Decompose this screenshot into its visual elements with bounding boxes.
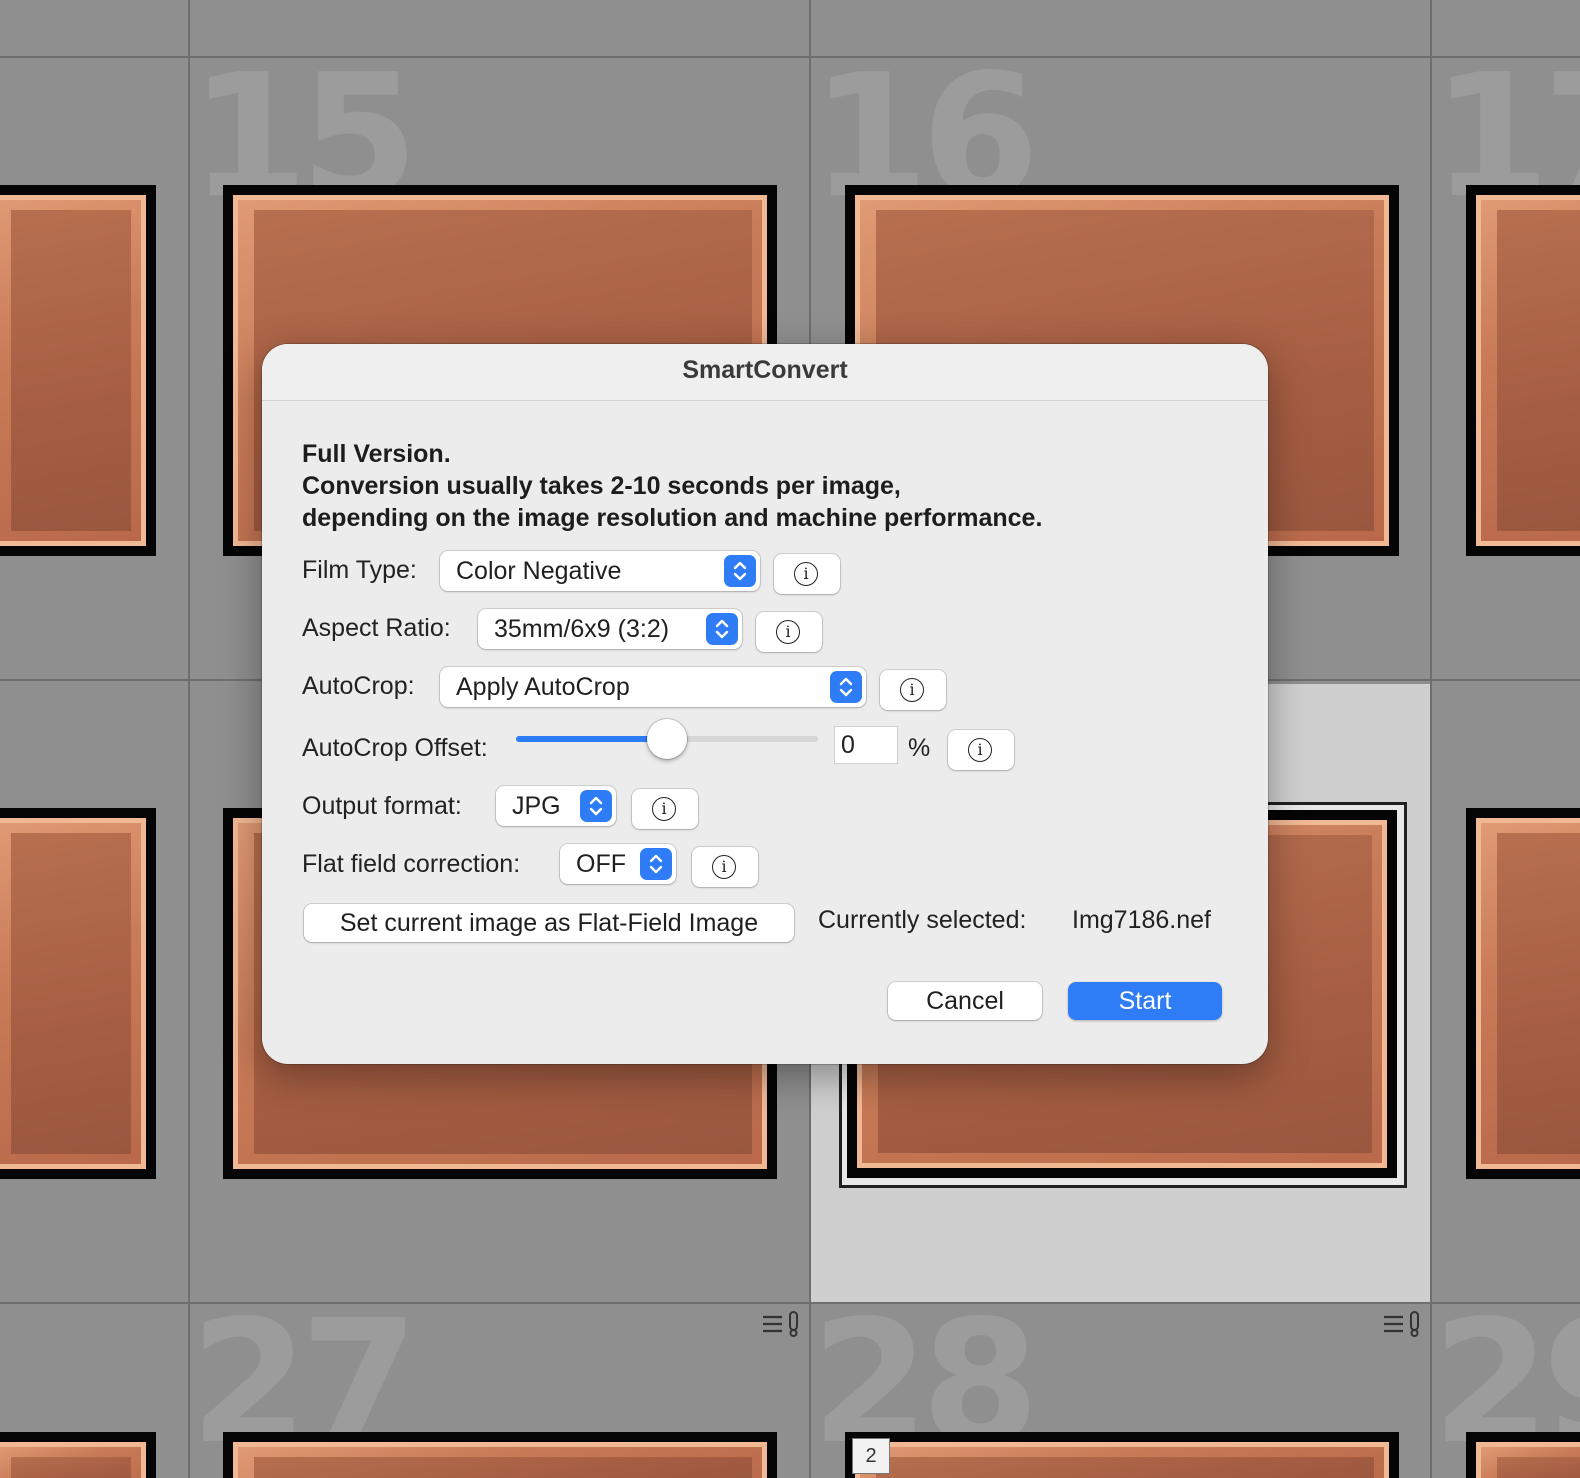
output-format-select[interactable]: JPG [496,786,616,826]
aspect-ratio-select[interactable]: 35mm/6x9 (3:2) [478,609,742,649]
autocrop-offset-info-button[interactable]: i [948,730,1014,770]
film-thumbnail[interactable] [1466,1432,1580,1478]
aspect-ratio-label: Aspect Ratio: [302,614,451,642]
thumbnail-badge: 2 [852,1438,890,1474]
output-format-info-button[interactable]: i [632,789,698,829]
info-line: Conversion usually takes 2-10 seconds pe… [302,472,901,500]
output-format-value: JPG [512,792,561,820]
currently-selected-filename: Img7186.nef [1072,906,1211,934]
info-icon: i [652,797,676,821]
autocrop-offset-input[interactable]: 0 [834,726,898,764]
start-button[interactable]: Start [1068,982,1222,1020]
chevron-updown-icon [706,613,738,645]
smartconvert-dialog: SmartConvert Full Version. Conversion us… [262,344,1268,1064]
film-type-select[interactable]: Color Negative [440,551,760,591]
slider-knob[interactable] [647,719,687,759]
chevron-updown-icon [830,671,862,703]
film-thumbnail[interactable] [1466,185,1580,556]
currently-selected-label: Currently selected: [818,906,1027,934]
info-icon: i [712,855,736,879]
flat-field-label: Flat field correction: [302,850,521,878]
film-thumbnail[interactable] [845,1432,1399,1478]
dialog-title: SmartConvert [262,344,1268,401]
cancel-button[interactable]: Cancel [888,982,1042,1020]
metadata-icon[interactable] [762,1310,804,1344]
output-format-label: Output format: [302,792,462,820]
flat-field-select[interactable]: OFF [560,844,676,884]
autocrop-label: AutoCrop: [302,672,415,700]
percent-unit-label: % [908,734,931,762]
aspect-ratio-value: 35mm/6x9 (3:2) [494,615,670,643]
metadata-icon[interactable] [1383,1310,1425,1344]
flat-field-info-button[interactable]: i [692,847,758,887]
chevron-updown-icon [580,790,612,822]
film-thumbnail[interactable] [0,1432,156,1478]
slider-fill [516,736,667,742]
autocrop-info-button[interactable]: i [880,670,946,710]
film-type-label: Film Type: [302,556,417,584]
info-icon: i [776,620,800,644]
autocrop-select[interactable]: Apply AutoCrop [440,667,866,707]
chevron-updown-icon [640,848,672,880]
film-thumbnail[interactable] [0,808,156,1179]
film-type-value: Color Negative [456,557,622,585]
autocrop-value: Apply AutoCrop [456,673,630,701]
aspect-ratio-info-button[interactable]: i [756,612,822,652]
film-thumbnail[interactable] [223,1432,777,1478]
info-icon: i [968,738,992,762]
autocrop-offset-label: AutoCrop Offset: [302,734,488,762]
film-thumbnail[interactable] [1466,808,1580,1179]
info-line: depending on the image resolution and ma… [302,504,1043,532]
set-flat-field-button[interactable]: Set current image as Flat-Field Image [304,904,794,942]
flat-field-value: OFF [576,850,626,878]
info-message: Full Version. Conversion usually takes 2… [302,438,1042,534]
info-line: Full Version. [302,440,451,468]
film-thumbnail[interactable] [0,185,156,556]
film-type-info-button[interactable]: i [774,554,840,594]
info-icon: i [794,562,818,586]
chevron-updown-icon [724,555,756,587]
info-icon: i [900,678,924,702]
